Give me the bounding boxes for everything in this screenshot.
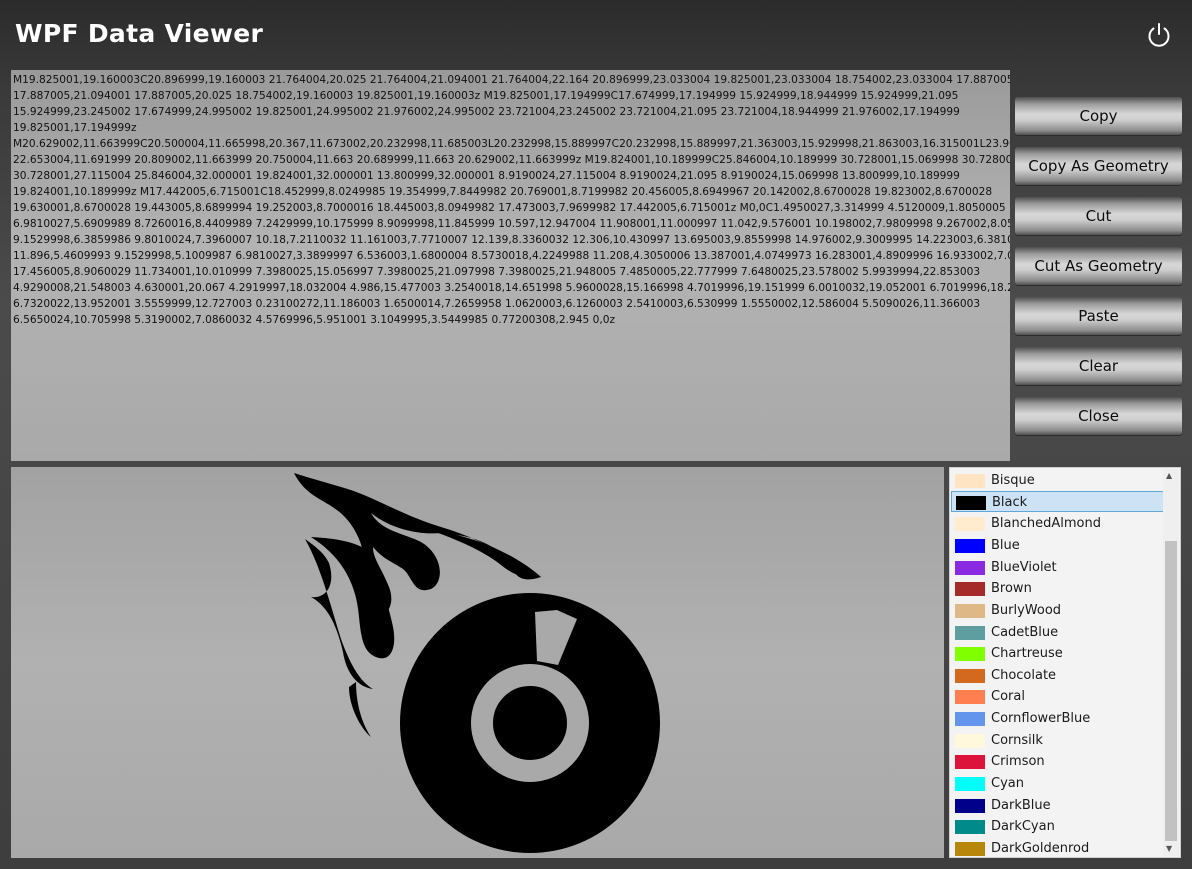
color-swatch bbox=[955, 799, 985, 813]
color-swatch bbox=[955, 626, 985, 640]
color-item-cadetblue[interactable]: CadetBlue bbox=[951, 622, 1164, 643]
color-list[interactable]: Bisque Black BlanchedAlmond Blue BlueVio… bbox=[949, 467, 1181, 858]
color-item-darkblue[interactable]: DarkBlue bbox=[951, 795, 1164, 816]
app-window: WPF Data Viewer M19.825001,19.160003C20.… bbox=[0, 0, 1192, 869]
color-item-blue[interactable]: Blue bbox=[951, 535, 1164, 556]
power-icon[interactable] bbox=[1145, 21, 1173, 49]
color-item-burlywood[interactable]: BurlyWood bbox=[951, 600, 1164, 621]
color-item-crimson[interactable]: Crimson bbox=[951, 751, 1164, 772]
color-item-coral[interactable]: Coral bbox=[951, 686, 1164, 707]
app-title: WPF Data Viewer bbox=[15, 19, 264, 48]
geometry-text-area[interactable]: M19.825001,19.160003C20.896999,19.160003… bbox=[11, 70, 1010, 461]
color-swatch bbox=[955, 820, 985, 834]
color-list-scrollbar[interactable]: ▲ ▼ bbox=[1163, 469, 1179, 856]
copy-button[interactable]: Copy bbox=[1015, 97, 1182, 135]
color-swatch bbox=[955, 604, 985, 618]
color-swatch bbox=[955, 734, 985, 748]
scroll-up-icon[interactable]: ▲ bbox=[1166, 471, 1172, 480]
color-swatch bbox=[955, 517, 985, 531]
clear-button[interactable]: Clear bbox=[1015, 347, 1182, 385]
color-swatch bbox=[955, 755, 985, 769]
color-swatch bbox=[955, 474, 985, 488]
geometry-text: M19.825001,19.160003C20.896999,19.160003… bbox=[13, 74, 1010, 326]
color-item-blanchedalmond[interactable]: BlanchedAlmond bbox=[951, 513, 1164, 534]
geometry-preview-canvas bbox=[11, 467, 944, 858]
color-item-darkgoldenrod[interactable]: DarkGoldenrod bbox=[951, 838, 1164, 857]
color-swatch bbox=[956, 496, 986, 510]
cut-as-geometry-button[interactable]: Cut As Geometry bbox=[1015, 247, 1182, 285]
color-swatch bbox=[955, 582, 985, 596]
color-swatch bbox=[955, 561, 985, 575]
color-item-bisque[interactable]: Bisque bbox=[951, 470, 1164, 491]
paste-button[interactable]: Paste bbox=[1015, 297, 1182, 335]
flaming-disc-icon bbox=[294, 473, 660, 853]
close-button[interactable]: Close bbox=[1015, 397, 1182, 435]
color-swatch bbox=[955, 777, 985, 791]
color-item-darkcyan[interactable]: DarkCyan bbox=[951, 816, 1164, 837]
color-item-chocolate[interactable]: Chocolate bbox=[951, 665, 1164, 686]
scrollbar-thumb[interactable] bbox=[1165, 541, 1177, 841]
color-swatch bbox=[955, 842, 985, 856]
color-swatch bbox=[955, 669, 985, 683]
color-item-blueviolet[interactable]: BlueViolet bbox=[951, 557, 1164, 578]
scroll-down-icon[interactable]: ▼ bbox=[1166, 844, 1172, 853]
copy-as-geometry-button[interactable]: Copy As Geometry bbox=[1015, 147, 1182, 185]
color-item-cornsilk[interactable]: Cornsilk bbox=[951, 730, 1164, 751]
color-item-cyan[interactable]: Cyan bbox=[951, 773, 1164, 794]
color-swatch bbox=[955, 712, 985, 726]
color-swatch bbox=[955, 690, 985, 704]
color-item-brown[interactable]: Brown bbox=[951, 578, 1164, 599]
color-item-chartreuse[interactable]: Chartreuse bbox=[951, 643, 1164, 664]
color-swatch bbox=[955, 539, 985, 553]
cut-button[interactable]: Cut bbox=[1015, 197, 1182, 235]
color-item-black[interactable]: Black bbox=[951, 491, 1164, 512]
color-swatch bbox=[955, 647, 985, 661]
color-item-cornflowerblue[interactable]: CornflowerBlue bbox=[951, 708, 1164, 729]
